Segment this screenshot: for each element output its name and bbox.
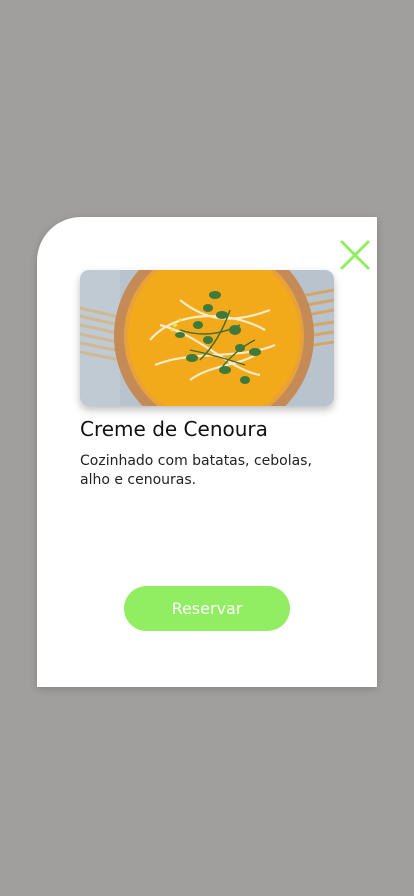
dish-modal: Creme de Cenoura Cozinhado com batatas, … [37, 217, 377, 687]
carrot-soup-photo [80, 270, 334, 406]
dish-title: Creme de Cenoura [80, 417, 268, 441]
dish-description: Cozinhado com batatas, cebolas, alho e c… [80, 453, 312, 488]
reserve-button[interactable]: Reservar [124, 586, 290, 631]
close-button[interactable] [338, 238, 372, 272]
dish-image [80, 270, 334, 406]
close-icon [340, 240, 370, 270]
